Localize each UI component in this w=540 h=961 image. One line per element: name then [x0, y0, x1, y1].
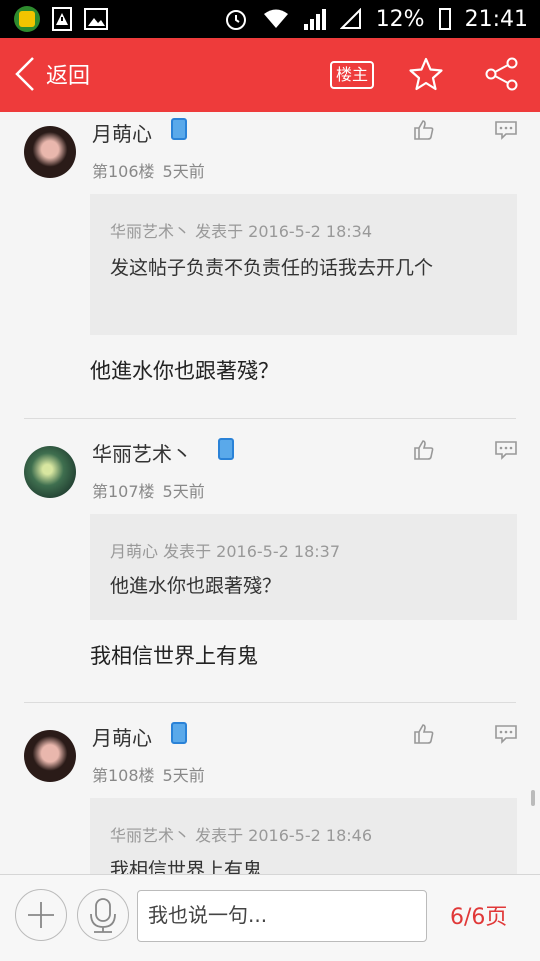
battery-percent: 12%: [375, 6, 425, 32]
signal-empty-icon: [339, 8, 361, 29]
thumbs-up-icon[interactable]: [412, 722, 436, 746]
thumbs-up-icon[interactable]: [412, 438, 436, 462]
avatar[interactable]: [24, 730, 76, 782]
post-time: 5天前: [162, 162, 205, 181]
back-button[interactable]: 返回: [14, 56, 90, 92]
page-indicator[interactable]: 6/6页: [450, 899, 507, 931]
avatar[interactable]: [24, 126, 76, 178]
plus-icon: [28, 902, 54, 928]
add-button[interactable]: [15, 889, 67, 941]
wifi-icon: [263, 9, 288, 28]
quote-meta: 华丽艺术丶 发表于 2016-5-2 18:46: [110, 826, 372, 845]
username[interactable]: 华丽艺术丶: [92, 438, 192, 467]
status-bar: 12% 21:41: [0, 0, 540, 38]
quote-text: 我相信世界上有鬼: [110, 859, 263, 874]
post-time: 5天前: [162, 766, 205, 785]
warning-icon: [52, 7, 72, 31]
username[interactable]: 月萌心: [92, 722, 152, 751]
back-label: 返回: [46, 64, 91, 89]
quoted-reply[interactable]: 华丽艺术丶 发表于 2016-5-2 18:46 我相信世界上有鬼: [90, 798, 517, 874]
battery-icon: [438, 8, 451, 30]
reply-content: 我相信世界上有鬼: [90, 644, 258, 668]
quote-meta: 月萌心 发表于 2016-5-2 18:37: [110, 542, 340, 561]
avatar[interactable]: [24, 446, 76, 498]
divider: [24, 418, 516, 419]
signal-icon: [303, 8, 326, 30]
comment-icon[interactable]: [494, 440, 518, 460]
username[interactable]: 月萌心: [92, 118, 152, 147]
reply-input[interactable]: 我也说一句...: [137, 890, 427, 942]
reply-content: 他進水你也跟著殘？: [90, 359, 279, 383]
divider: [24, 702, 516, 703]
floor-info: 第106楼 5天前: [92, 158, 205, 182]
quoted-reply[interactable]: 月萌心 发表于 2016-5-2 18:37 他進水你也跟著殘？: [90, 514, 517, 620]
mobile-icon: [171, 118, 187, 140]
quote-text: 发这帖子负责不负责任的话我去开几个: [110, 257, 434, 279]
top-app-bar: 返回 楼主: [0, 38, 540, 112]
floor-number: 第108楼: [92, 766, 155, 785]
alarm-icon: [225, 10, 246, 30]
mobile-icon: [171, 722, 187, 744]
floor-info: 第107楼 5天前: [92, 478, 205, 502]
scrollbar[interactable]: [531, 790, 535, 806]
only-owner-button[interactable]: 楼主: [330, 61, 374, 89]
floor-info: 第108楼 5天前: [92, 762, 205, 786]
quoted-reply[interactable]: 华丽艺术丶 发表于 2016-5-2 18:34 发这帖子负责不负责任的话我去开…: [90, 194, 517, 335]
microphone-icon: [90, 898, 116, 933]
reply-bar: 我也说一句... 6/6页: [0, 874, 540, 961]
voice-button[interactable]: [77, 889, 129, 941]
share-icon[interactable]: [484, 56, 520, 92]
comment-icon[interactable]: [494, 120, 518, 140]
clock: 21:41: [464, 6, 528, 32]
mobile-icon: [218, 438, 234, 460]
comment-icon[interactable]: [494, 724, 518, 744]
star-icon[interactable]: [408, 56, 444, 92]
thumbs-up-icon[interactable]: [412, 118, 436, 142]
quote-meta: 华丽艺术丶 发表于 2016-5-2 18:34: [110, 222, 372, 241]
chevron-left-icon: [15, 57, 34, 91]
image-icon: [84, 8, 108, 30]
floor-number: 第107楼: [92, 482, 155, 501]
floor-number: 第106楼: [92, 162, 155, 181]
reply-list[interactable]: 月萌心 第106楼 5天前 华丽艺术丶 发表于 2016-5-2 18:34 发这…: [0, 112, 540, 874]
app-notification-icon: [14, 6, 40, 32]
quote-text: 他進水你也跟著殘？: [110, 575, 282, 597]
post-time: 5天前: [162, 482, 205, 501]
